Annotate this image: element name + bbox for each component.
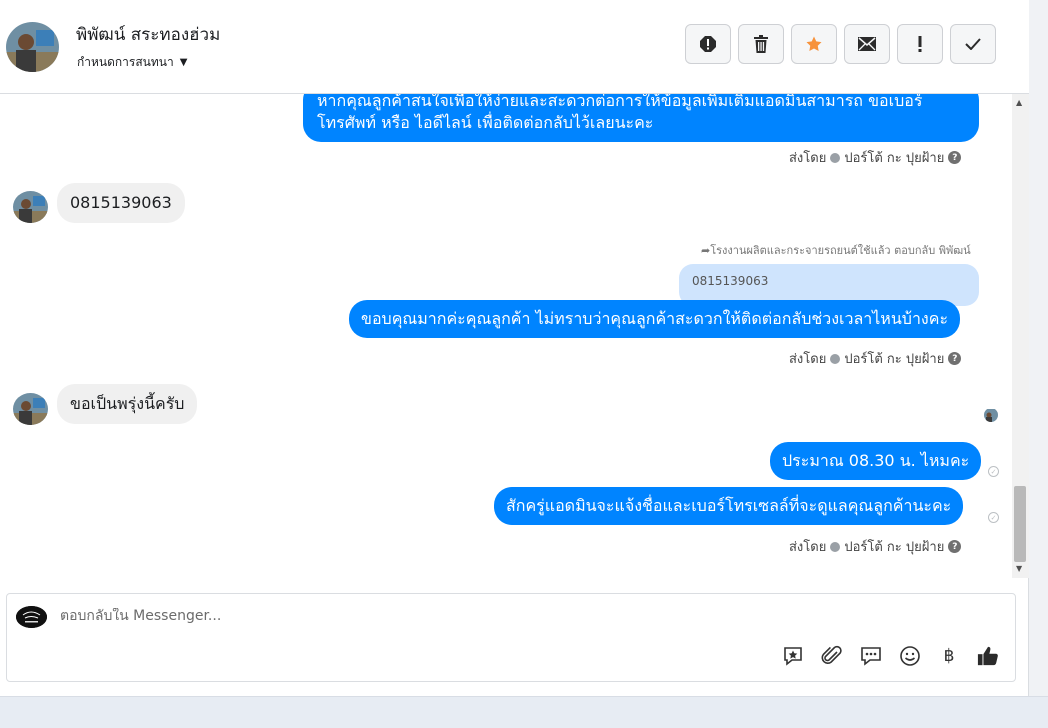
verified-icon xyxy=(830,152,841,163)
assign-conversation-dropdown[interactable]: กำหนดการสนทนา ▼ xyxy=(77,53,187,72)
attach-file-button[interactable] xyxy=(821,645,843,667)
reply-context-label: ➦โรงงานผลิตและกระจายรถยนต์ใช้แล้ว ตอบกลั… xyxy=(701,244,971,257)
verified-icon xyxy=(830,353,841,364)
page-logo-icon xyxy=(16,606,47,628)
emoji-icon xyxy=(900,646,920,666)
page-right-margin xyxy=(1029,0,1048,696)
delete-button[interactable] xyxy=(738,24,784,64)
mark-unread-button[interactable] xyxy=(844,24,890,64)
send-like-button[interactable] xyxy=(977,645,999,667)
trash-icon xyxy=(754,35,768,53)
verified-icon xyxy=(830,541,841,552)
sender-name: ปอร์โต้ กะ ปุยฝ้าย xyxy=(844,540,945,555)
delivered-icon: ✓ xyxy=(988,466,999,477)
sent-by-label: ส่งโดย xyxy=(789,540,827,555)
composer-tools: ฿ xyxy=(782,645,999,667)
sent-by-label: ส่งโดย xyxy=(789,352,827,367)
seen-avatar xyxy=(984,408,998,422)
sent-by-info: ส่งโดย ปอร์โต้ กะ ปุยฝ้าย ? xyxy=(789,348,962,369)
sender-name: ปอร์โต้ กะ ปุยฝ้าย xyxy=(844,151,945,166)
app-window: พิพัฒน์ สระทองฮ่วม กำหนดการสนทนา ▼ หากคุ… xyxy=(0,0,1029,696)
caret-down-icon: ▼ xyxy=(179,57,188,68)
delivered-icon: ✓ xyxy=(988,512,999,523)
star-button[interactable] xyxy=(791,24,837,64)
checkmark-icon xyxy=(965,38,981,50)
thumbs-up-icon xyxy=(977,646,998,666)
sent-by-info: ส่งโดย ปอร์โต้ กะ ปุยฝ้าย ? xyxy=(789,536,962,557)
scroll-down-arrow-icon[interactable]: ▼ xyxy=(1016,564,1022,573)
scroll-up-arrow-icon[interactable]: ▲ xyxy=(1016,98,1022,107)
exclamation-icon xyxy=(918,36,922,52)
help-icon[interactable]: ? xyxy=(948,151,962,164)
follow-up-button[interactable] xyxy=(897,24,943,64)
emoji-button[interactable] xyxy=(899,645,921,667)
message-text-line: หากคุณลูกค้าสนใจเพื่อให้ง่ายและสะดวกต่อก… xyxy=(317,94,923,110)
conversation-header: พิพัฒน์ สระทองฮ่วม กำหนดการสนทนา ▼ xyxy=(0,0,1029,94)
chat-bubble-icon xyxy=(861,647,881,666)
reply-input[interactable] xyxy=(60,608,760,624)
page-bottom-margin xyxy=(0,696,1048,728)
outgoing-message[interactable]: หากคุณลูกค้าสนใจเพื่อให้ง่ายและสะดวกต่อก… xyxy=(303,94,979,142)
help-icon[interactable]: ? xyxy=(948,352,962,365)
envelope-icon xyxy=(858,37,876,51)
message-composer: ฿ xyxy=(6,593,1016,682)
exclamation-circle-icon xyxy=(700,36,716,52)
contact-name: พิพัฒน์ สระทองฮ่วม xyxy=(76,25,221,45)
mark-done-button[interactable] xyxy=(950,24,996,64)
message-thread[interactable]: หากคุณลูกค้าสนใจเพื่อให้ง่ายและสะดวกต่อก… xyxy=(0,94,1012,578)
header-actions xyxy=(685,24,996,64)
mark-spam-button[interactable] xyxy=(685,24,731,64)
outgoing-message[interactable]: ขอบคุณมากค่ะคุณลูกค้า ไม่ทราบว่าคุณลูกค้… xyxy=(349,300,961,338)
outgoing-message[interactable]: สักครู่แอดมินจะแจ้งชื่อและเบอร์โทรเซลล์ท… xyxy=(494,487,964,525)
incoming-message[interactable]: 0815139063 xyxy=(57,183,185,223)
scrollbar-thumb[interactable] xyxy=(1014,486,1026,562)
thread-scrollbar[interactable]: ▲ ▼ xyxy=(1012,94,1029,578)
sender-name: ปอร์โต้ กะ ปุยฝ้าย xyxy=(844,352,945,367)
contact-avatar-small xyxy=(13,191,48,223)
paperclip-icon xyxy=(821,645,842,664)
sent-by-info: ส่งโดย ปอร์โต้ กะ ปุยฝ้าย ? xyxy=(789,147,962,168)
saved-replies-button[interactable] xyxy=(782,645,804,667)
saved-reply-icon xyxy=(784,647,802,666)
help-icon[interactable]: ? xyxy=(948,540,962,553)
message-text-line: โทรศัพท์ หรือ ไอดีไลน์ เพื่อติดต่อกลับไว… xyxy=(317,113,654,132)
baht-icon: ฿ xyxy=(943,646,955,666)
contact-avatar-small xyxy=(13,393,48,425)
chat-options-button[interactable] xyxy=(860,645,882,667)
outgoing-message[interactable]: ประมาณ 08.30 น. ไหมคะ xyxy=(770,442,982,480)
payment-button[interactable]: ฿ xyxy=(938,645,960,667)
star-icon xyxy=(806,36,822,52)
contact-avatar[interactable] xyxy=(6,22,59,72)
reply-arrow-icon: ➦ xyxy=(701,244,711,257)
incoming-message[interactable]: ขอเป็นพรุ่งนี้ครับ xyxy=(57,384,198,424)
sent-by-label: ส่งโดย xyxy=(789,151,827,166)
assign-label: กำหนดการสนทนา xyxy=(77,55,174,69)
